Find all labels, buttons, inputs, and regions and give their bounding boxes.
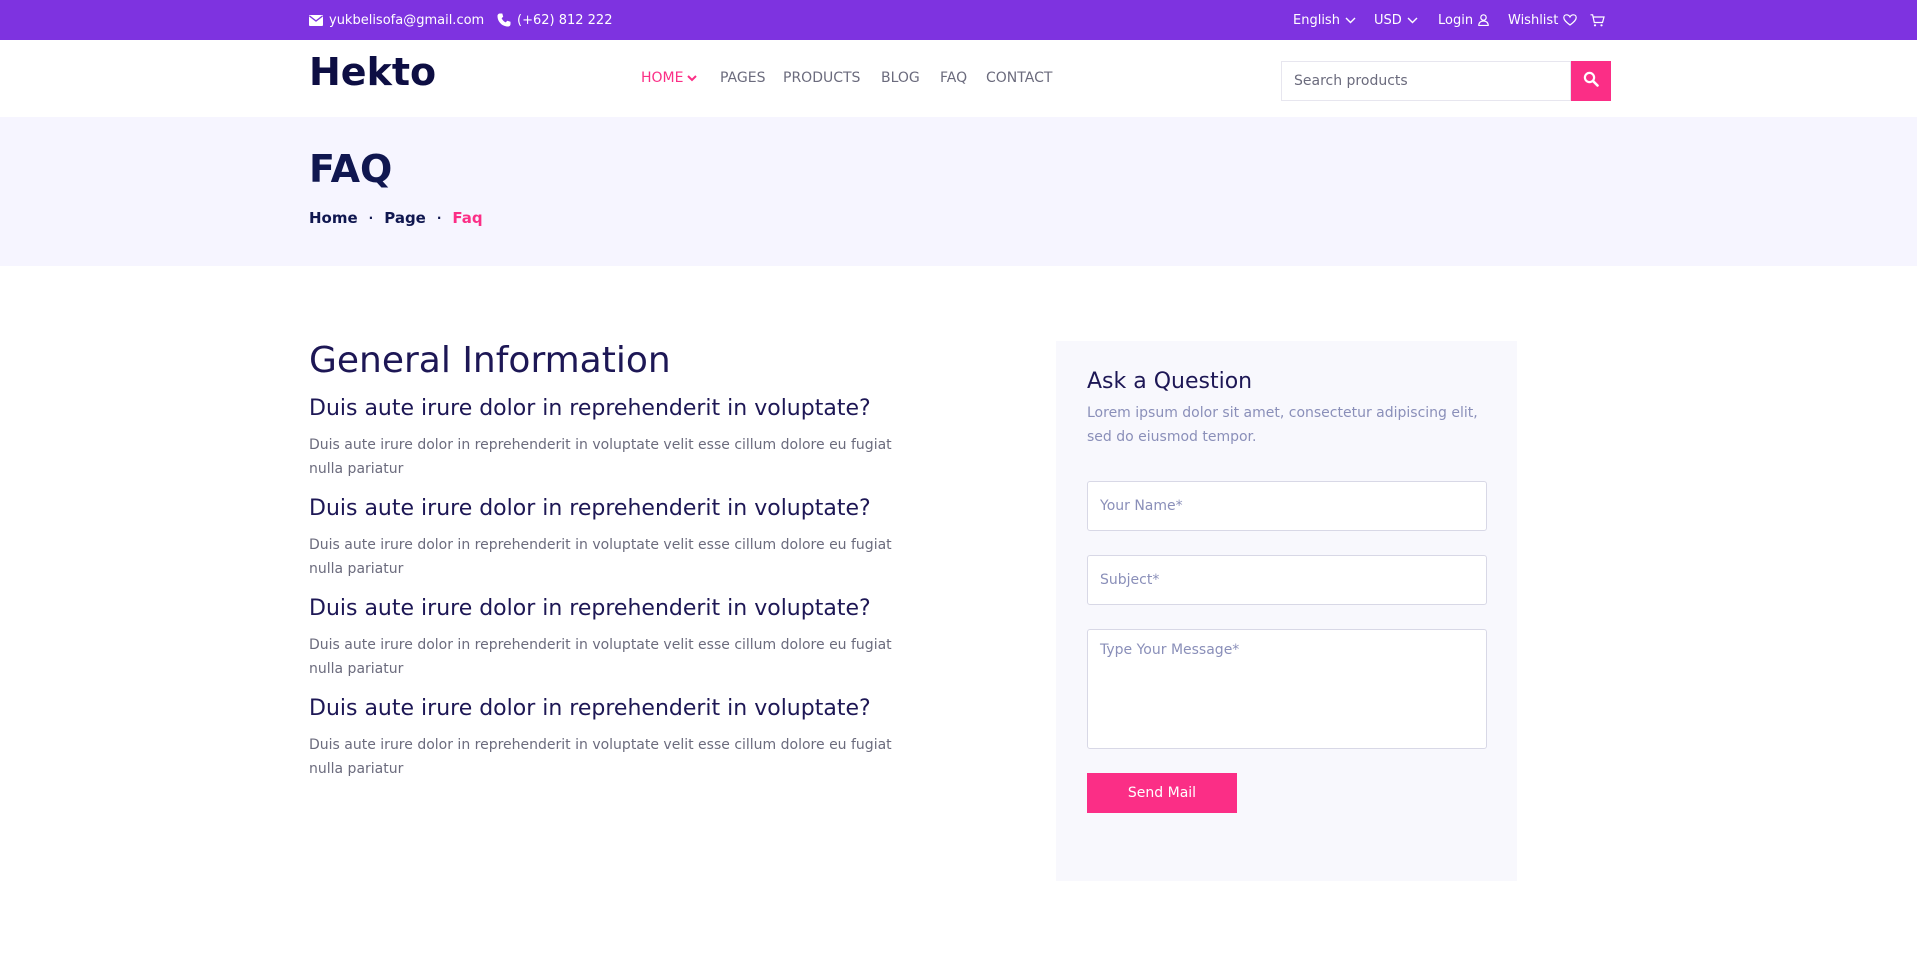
chevron-down-icon — [687, 70, 698, 86]
currency-label: USD — [1374, 12, 1402, 28]
faq-answer: Duis aute irure dolor in reprehenderit i… — [309, 637, 892, 677]
email-text: yukbelisofa@gmail.com — [329, 12, 485, 28]
chevron-down-icon — [1407, 17, 1418, 24]
search-button[interactable] — [1571, 61, 1611, 101]
nav-label: HOME — [641, 70, 684, 86]
login-label: Login — [1438, 12, 1474, 28]
phone-contact[interactable]: (+62) 812 222 — [497, 0, 612, 40]
login-link[interactable]: Login — [1438, 0, 1489, 40]
faq-question: Duis aute irure dolor in reprehenderit i… — [309, 496, 871, 521]
currency-select[interactable]: USD — [1374, 0, 1418, 40]
nav-item-contact[interactable]: CONTACT — [986, 70, 1052, 86]
language-label: English — [1293, 12, 1340, 28]
user-icon — [1478, 14, 1489, 26]
email-contact[interactable]: yukbelisofa@gmail.com — [309, 0, 484, 40]
breadcrumb-home[interactable]: Home — [309, 209, 358, 227]
site-logo[interactable]: Hekto — [309, 50, 436, 96]
phone-icon — [497, 13, 511, 27]
language-select[interactable]: English — [1293, 0, 1356, 40]
faq-section-title: General Information — [309, 340, 671, 381]
breadcrumb-page[interactable]: Page — [384, 209, 426, 227]
cart-icon — [1590, 13, 1605, 27]
search-icon — [1583, 71, 1599, 91]
faq-question: Duis aute irure dolor in reprehenderit i… — [309, 396, 871, 421]
breadcrumb-separator: · — [368, 211, 374, 225]
search-field — [1281, 61, 1571, 101]
main-header: Hekto HOME PAGES PRODUCTS BLOG FAQ CONTA… — [0, 40, 1917, 117]
faq-answer: Duis aute irure dolor in reprehenderit i… — [309, 737, 892, 777]
name-field[interactable] — [1087, 481, 1487, 531]
nav-item-blog[interactable]: BLOG — [881, 70, 920, 86]
top-bar: yukbelisofa@gmail.com (+62) 812 222 Engl… — [0, 0, 1917, 40]
nav-item-pages[interactable]: PAGES — [720, 70, 765, 86]
page-hero: FAQ Home · Page · Faq — [0, 117, 1917, 266]
message-field[interactable] — [1087, 629, 1487, 749]
form-subtitle: Lorem ipsum dolor sit amet, consectetur … — [1087, 405, 1478, 445]
search-input[interactable] — [1282, 62, 1570, 100]
phone-text: (+62) 812 222 — [517, 12, 613, 28]
wishlist-link[interactable]: Wishlist — [1508, 0, 1578, 40]
wishlist-label: Wishlist — [1508, 12, 1559, 28]
cart-button[interactable] — [1590, 0, 1605, 40]
nav-item-products[interactable]: PRODUCTS — [783, 70, 860, 86]
breadcrumb-separator: · — [436, 211, 442, 225]
envelope-icon — [309, 14, 323, 26]
page-title: FAQ — [309, 147, 393, 191]
ask-question-card: Ask a Question Lorem ipsum dolor sit ame… — [1056, 341, 1517, 881]
form-title: Ask a Question — [1087, 369, 1253, 394]
send-mail-button[interactable]: Send Mail — [1087, 773, 1237, 813]
nav-item-faq[interactable]: FAQ — [940, 70, 967, 86]
breadcrumb: Home · Page · Faq — [309, 209, 483, 227]
chevron-down-icon — [1345, 17, 1356, 24]
heart-icon — [1563, 14, 1578, 26]
nav-item-home[interactable]: HOME — [641, 70, 698, 86]
faq-question: Duis aute irure dolor in reprehenderit i… — [309, 696, 871, 721]
faq-answer: Duis aute irure dolor in reprehenderit i… — [309, 437, 892, 477]
breadcrumb-current: Faq — [452, 209, 483, 227]
subject-field[interactable] — [1087, 555, 1487, 605]
faq-answer: Duis aute irure dolor in reprehenderit i… — [309, 537, 892, 577]
faq-question: Duis aute irure dolor in reprehenderit i… — [309, 596, 871, 621]
